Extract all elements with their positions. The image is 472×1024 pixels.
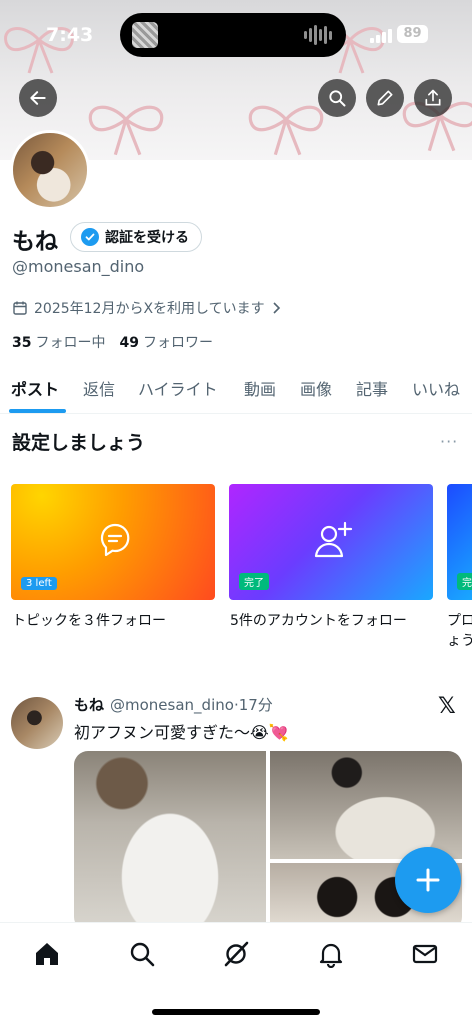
get-verified-button[interactable]: 認証を受ける bbox=[70, 222, 202, 252]
plus-icon bbox=[416, 868, 440, 892]
x-logo-icon: 𝕏 bbox=[438, 694, 456, 719]
dynamic-island bbox=[120, 13, 346, 57]
ribbon-decoration-icon bbox=[88, 105, 164, 156]
setup-card-topics[interactable]: 3 left bbox=[11, 484, 215, 600]
more-options-icon[interactable]: ··· bbox=[440, 432, 458, 451]
follow-stats: 35 フォロー中 49 フォロワー bbox=[12, 332, 213, 352]
share-button[interactable] bbox=[414, 79, 452, 117]
post-image[interactable] bbox=[270, 751, 462, 859]
nav-home[interactable] bbox=[32, 939, 62, 969]
pencil-icon bbox=[377, 90, 393, 106]
share-icon bbox=[425, 89, 441, 106]
bottom-navigation bbox=[0, 922, 472, 1024]
setup-card-label: トピックを３件フォロー bbox=[12, 613, 166, 629]
setup-card-label: プロ bbox=[447, 613, 472, 629]
nav-notifications[interactable] bbox=[316, 939, 346, 969]
nav-grok[interactable] bbox=[221, 939, 251, 969]
tab-likes[interactable]: いいね bbox=[412, 376, 460, 400]
profile-name: もね bbox=[12, 229, 58, 255]
add-user-icon bbox=[314, 521, 353, 558]
back-arrow-icon bbox=[30, 91, 46, 105]
card-tag-complete: 完 bbox=[457, 573, 472, 590]
nav-search[interactable] bbox=[127, 939, 157, 969]
post-author-avatar[interactable] bbox=[11, 697, 63, 749]
compose-button[interactable] bbox=[395, 847, 461, 913]
tab-replies[interactable]: 返信 bbox=[83, 376, 115, 400]
tab-images[interactable]: 画像 bbox=[300, 376, 332, 400]
calendar-icon bbox=[13, 301, 27, 315]
chat-bubble-icon bbox=[100, 523, 130, 557]
edit-button[interactable] bbox=[366, 79, 404, 117]
verified-badge-icon bbox=[81, 228, 99, 246]
setup-card-label: 5件のアカウントをフォロー bbox=[230, 613, 407, 629]
grok-icon bbox=[224, 941, 249, 967]
profile-tabs: ポスト 返信 ハイライト 動画 画像 記事 いいね bbox=[0, 366, 472, 414]
back-button[interactable] bbox=[19, 79, 57, 117]
active-tab-indicator bbox=[9, 409, 66, 413]
setup-card-label: ょう bbox=[447, 633, 472, 649]
followers-link[interactable]: フォロワー bbox=[143, 335, 213, 351]
following-count: 35 bbox=[12, 335, 32, 351]
status-bar: 7:43 89 bbox=[0, 0, 472, 68]
post-author-name[interactable]: もね bbox=[74, 696, 104, 714]
profile-handle: @monesan_dino bbox=[12, 257, 145, 276]
card-tag-complete: 完了 bbox=[239, 573, 269, 590]
setup-card-partial[interactable]: 完 bbox=[447, 484, 472, 600]
tab-highlights[interactable]: ハイライト bbox=[138, 376, 218, 400]
signal-icon bbox=[370, 29, 392, 43]
following-link[interactable]: フォロー中 bbox=[35, 335, 105, 351]
setup-section-title: 設定しましょう bbox=[12, 432, 146, 454]
card-tag-remaining: 3 left bbox=[21, 577, 57, 590]
post-header: もね @monesan_dino·17分 bbox=[74, 694, 273, 715]
tab-articles[interactable]: 記事 bbox=[356, 376, 388, 400]
media-thumbnail bbox=[132, 22, 158, 48]
nav-messages[interactable] bbox=[410, 939, 440, 969]
post-image[interactable] bbox=[74, 751, 266, 931]
followers-count: 49 bbox=[119, 335, 139, 351]
post-author-handle: @monesan_dino bbox=[110, 696, 234, 714]
mail-icon bbox=[412, 944, 438, 964]
post-media-grid bbox=[74, 751, 462, 931]
profile-avatar[interactable] bbox=[10, 130, 90, 210]
home-icon bbox=[36, 943, 58, 965]
get-verified-label: 認証を受ける bbox=[105, 230, 189, 246]
chevron-right-icon bbox=[273, 302, 280, 314]
audio-wave-icon bbox=[304, 25, 332, 45]
search-icon bbox=[329, 90, 346, 107]
search-icon bbox=[130, 942, 155, 967]
tab-videos[interactable]: 動画 bbox=[244, 376, 276, 400]
status-time: 7:43 bbox=[46, 24, 94, 46]
setup-card-accounts[interactable]: 完了 bbox=[229, 484, 433, 600]
tab-posts[interactable]: ポスト bbox=[11, 376, 59, 400]
join-date-text: 2025年12月からXを利用しています bbox=[34, 301, 265, 317]
post-timestamp: ·17分 bbox=[233, 696, 273, 714]
bell-icon bbox=[319, 943, 343, 968]
home-indicator bbox=[152, 1009, 320, 1015]
battery-indicator: 89 bbox=[397, 25, 428, 43]
post-text: 初アフヌン可愛すぎた〜😭💘 bbox=[74, 723, 289, 742]
join-date-row[interactable]: 2025年12月からXを利用しています bbox=[12, 298, 281, 318]
search-button[interactable] bbox=[318, 79, 356, 117]
